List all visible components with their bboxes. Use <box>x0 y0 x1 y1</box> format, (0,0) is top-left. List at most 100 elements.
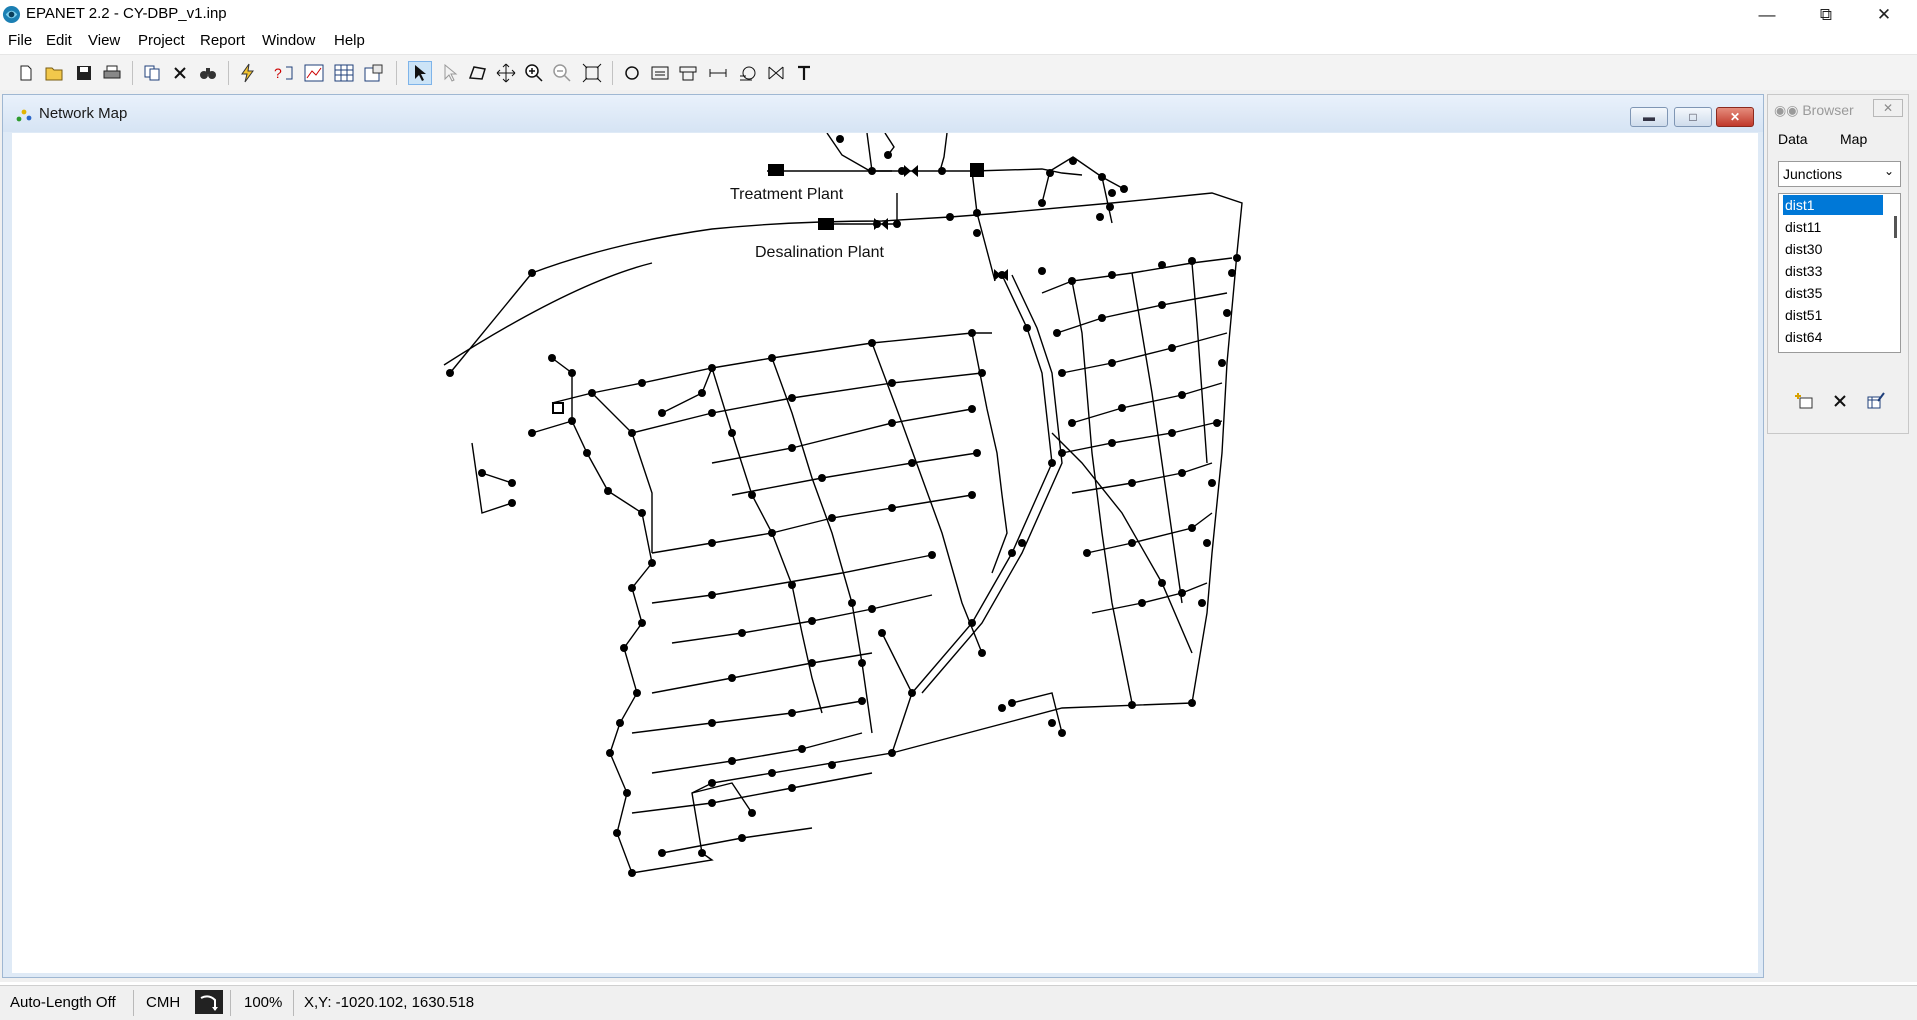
list-item[interactable]: dist1 <box>1783 195 1883 215</box>
copy-button[interactable] <box>140 61 164 85</box>
auto-length-status[interactable]: Auto-Length Off <box>10 994 116 1011</box>
select-object-button[interactable] <box>408 61 432 85</box>
network-map-drawing[interactable]: Treatment Plant Desalination Plant <box>12 133 1758 973</box>
select-region-button[interactable] <box>466 61 490 85</box>
restore-button[interactable]: ⧉ <box>1803 0 1849 29</box>
close-icon: ✕ <box>1882 101 1894 115</box>
mdi-close-button[interactable]: ✕ <box>1716 107 1754 127</box>
copy-icon <box>144 65 160 81</box>
treatment-plant-label[interactable]: Treatment Plant <box>730 186 844 203</box>
network-map-titlebar[interactable]: Network Map ▬ □ ✕ <box>3 95 1763 132</box>
pan-icon <box>496 63 516 83</box>
graph-icon <box>304 64 324 82</box>
add-pump-button[interactable] <box>736 61 760 85</box>
query-button[interactable]: ? <box>272 61 296 85</box>
edit-object-button[interactable] <box>1864 389 1888 413</box>
minimize-button[interactable]: — <box>1744 0 1790 29</box>
find-button[interactable] <box>196 61 220 85</box>
add-tank-button[interactable] <box>676 61 700 85</box>
list-item[interactable]: dist51 <box>1783 305 1883 325</box>
zoom-in-button[interactable] <box>522 61 546 85</box>
list-item[interactable]: dist64 <box>1783 327 1883 347</box>
mdi-minimize-button[interactable]: ▬ <box>1630 107 1668 127</box>
menu-file[interactable]: File <box>8 32 32 49</box>
list-item[interactable]: dist30 <box>1783 239 1883 259</box>
tab-map[interactable]: Map <box>1840 131 1867 153</box>
delete-object-icon <box>1834 395 1846 407</box>
status-separator <box>133 990 134 1016</box>
find-icon <box>200 68 216 79</box>
close-icon: ✕ <box>1729 110 1741 124</box>
open-button[interactable] <box>43 61 67 85</box>
zoom-out-button[interactable] <box>550 61 574 85</box>
select-vertex-button[interactable] <box>438 61 462 85</box>
coordinates-status: X,Y: -1020.102, 1630.518 <box>304 994 475 1011</box>
flow-units-status: CMH <box>146 994 181 1011</box>
binoculars-icon: ◉◉ <box>1774 102 1799 118</box>
toolbar-separator <box>132 61 133 85</box>
network-map-canvas[interactable]: Treatment Plant Desalination Plant <box>12 133 1758 973</box>
object-list[interactable]: dist1 dist11 dist30 dist33 dist35 dist51… <box>1778 193 1901 353</box>
table-icon <box>334 64 354 82</box>
table-button[interactable] <box>332 61 356 85</box>
add-label-icon <box>798 65 810 80</box>
toolbar-separator <box>228 61 229 85</box>
svg-text:?: ? <box>274 65 282 81</box>
add-tank-icon <box>679 66 697 81</box>
mdi-maximize-button[interactable]: □ <box>1674 107 1712 127</box>
zoom-in-icon <box>525 64 543 82</box>
run-button[interactable] <box>236 61 260 85</box>
print-button[interactable] <box>100 61 124 85</box>
desalination-plant-label[interactable]: Desalination Plant <box>755 244 885 261</box>
restore-icon: ⧉ <box>1819 5 1833 24</box>
menu-edit[interactable]: Edit <box>46 32 72 49</box>
full-extent-button[interactable] <box>580 61 604 85</box>
full-extent-icon <box>582 63 602 83</box>
browser-title: ◉◉ Browser <box>1774 102 1854 119</box>
delete-button[interactable] <box>168 61 192 85</box>
list-item[interactable]: dist35 <box>1783 283 1883 303</box>
menu-project[interactable]: Project <box>138 32 185 49</box>
options-button[interactable] <box>362 61 386 85</box>
close-button[interactable]: ✕ <box>1861 0 1907 29</box>
save-button[interactable] <box>72 61 96 85</box>
menu-help[interactable]: Help <box>334 32 365 49</box>
query-icon: ? <box>274 65 293 81</box>
browser-close-button[interactable]: ✕ <box>1873 99 1903 117</box>
maximize-icon: □ <box>1689 110 1697 124</box>
add-valve-button[interactable] <box>764 61 788 85</box>
add-pipe-icon <box>709 69 727 77</box>
run-status-icon <box>195 990 223 1014</box>
menu-report[interactable]: Report <box>200 32 245 49</box>
edit-object-icon <box>1867 392 1885 409</box>
toolbar-separator <box>612 61 613 85</box>
add-junction-icon <box>625 66 639 80</box>
save-icon <box>77 66 91 80</box>
new-file-button[interactable] <box>14 61 38 85</box>
options-icon <box>364 64 383 82</box>
network-map-window[interactable]: Network Map ▬ □ ✕ Treatment Plant Desali… <box>2 94 1764 978</box>
add-reservoir-button[interactable] <box>648 61 672 85</box>
window-title: EPANET 2.2 - CY-DBP_v1.inp <box>26 5 227 22</box>
pan-button[interactable] <box>494 61 518 85</box>
delete-object-button[interactable] <box>1828 389 1852 413</box>
tab-data[interactable]: Data <box>1778 131 1808 153</box>
add-junction-button[interactable] <box>620 61 644 85</box>
menu-bar: File Edit View Project Report Window Hel… <box>0 29 1917 53</box>
add-label-button[interactable] <box>792 61 816 85</box>
list-item[interactable]: dist11 <box>1783 217 1883 237</box>
add-pipe-button[interactable] <box>706 61 730 85</box>
select-arrow-icon <box>415 65 426 81</box>
menu-window[interactable]: Window <box>262 32 315 49</box>
object-type-select[interactable]: Junctions ⌄ <box>1778 161 1901 187</box>
list-item[interactable]: dist33 <box>1783 261 1883 281</box>
graph-button[interactable] <box>302 61 326 85</box>
add-pump-icon <box>740 66 756 81</box>
zoom-status: 100% <box>244 994 283 1011</box>
menu-view[interactable]: View <box>88 32 120 49</box>
close-icon: ✕ <box>1876 5 1892 24</box>
add-object-button[interactable] <box>1792 389 1816 413</box>
browser-title-text: Browser <box>1802 102 1854 118</box>
select-region-icon <box>468 66 486 80</box>
list-scrollbar[interactable] <box>1894 216 1897 238</box>
